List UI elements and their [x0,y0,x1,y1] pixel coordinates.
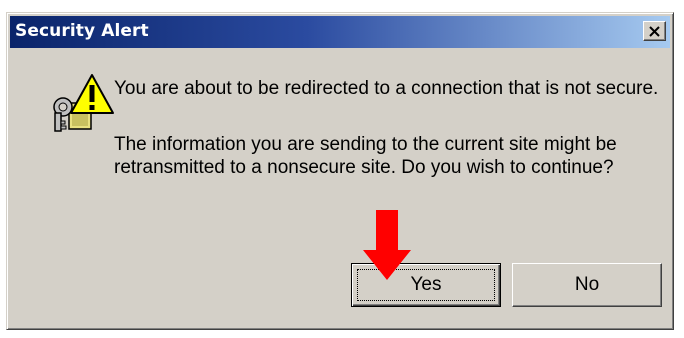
close-button[interactable] [643,21,666,41]
close-icon [649,26,660,37]
title-bar[interactable]: Security Alert [10,16,670,48]
yes-button-label: Yes [410,274,442,295]
no-button-label: No [574,274,600,295]
red-down-arrow-icon [363,210,411,280]
question-message: The information you are sending to the c… [114,134,617,178]
security-lock-warning-icon [53,74,114,132]
no-button[interactable]: No [512,263,662,307]
window-title: Security Alert [15,21,149,41]
security-alert-dialog: Security Alert You are about to be redir… [6,12,674,330]
warning-message: You are about to be redirected to a conn… [114,78,659,99]
